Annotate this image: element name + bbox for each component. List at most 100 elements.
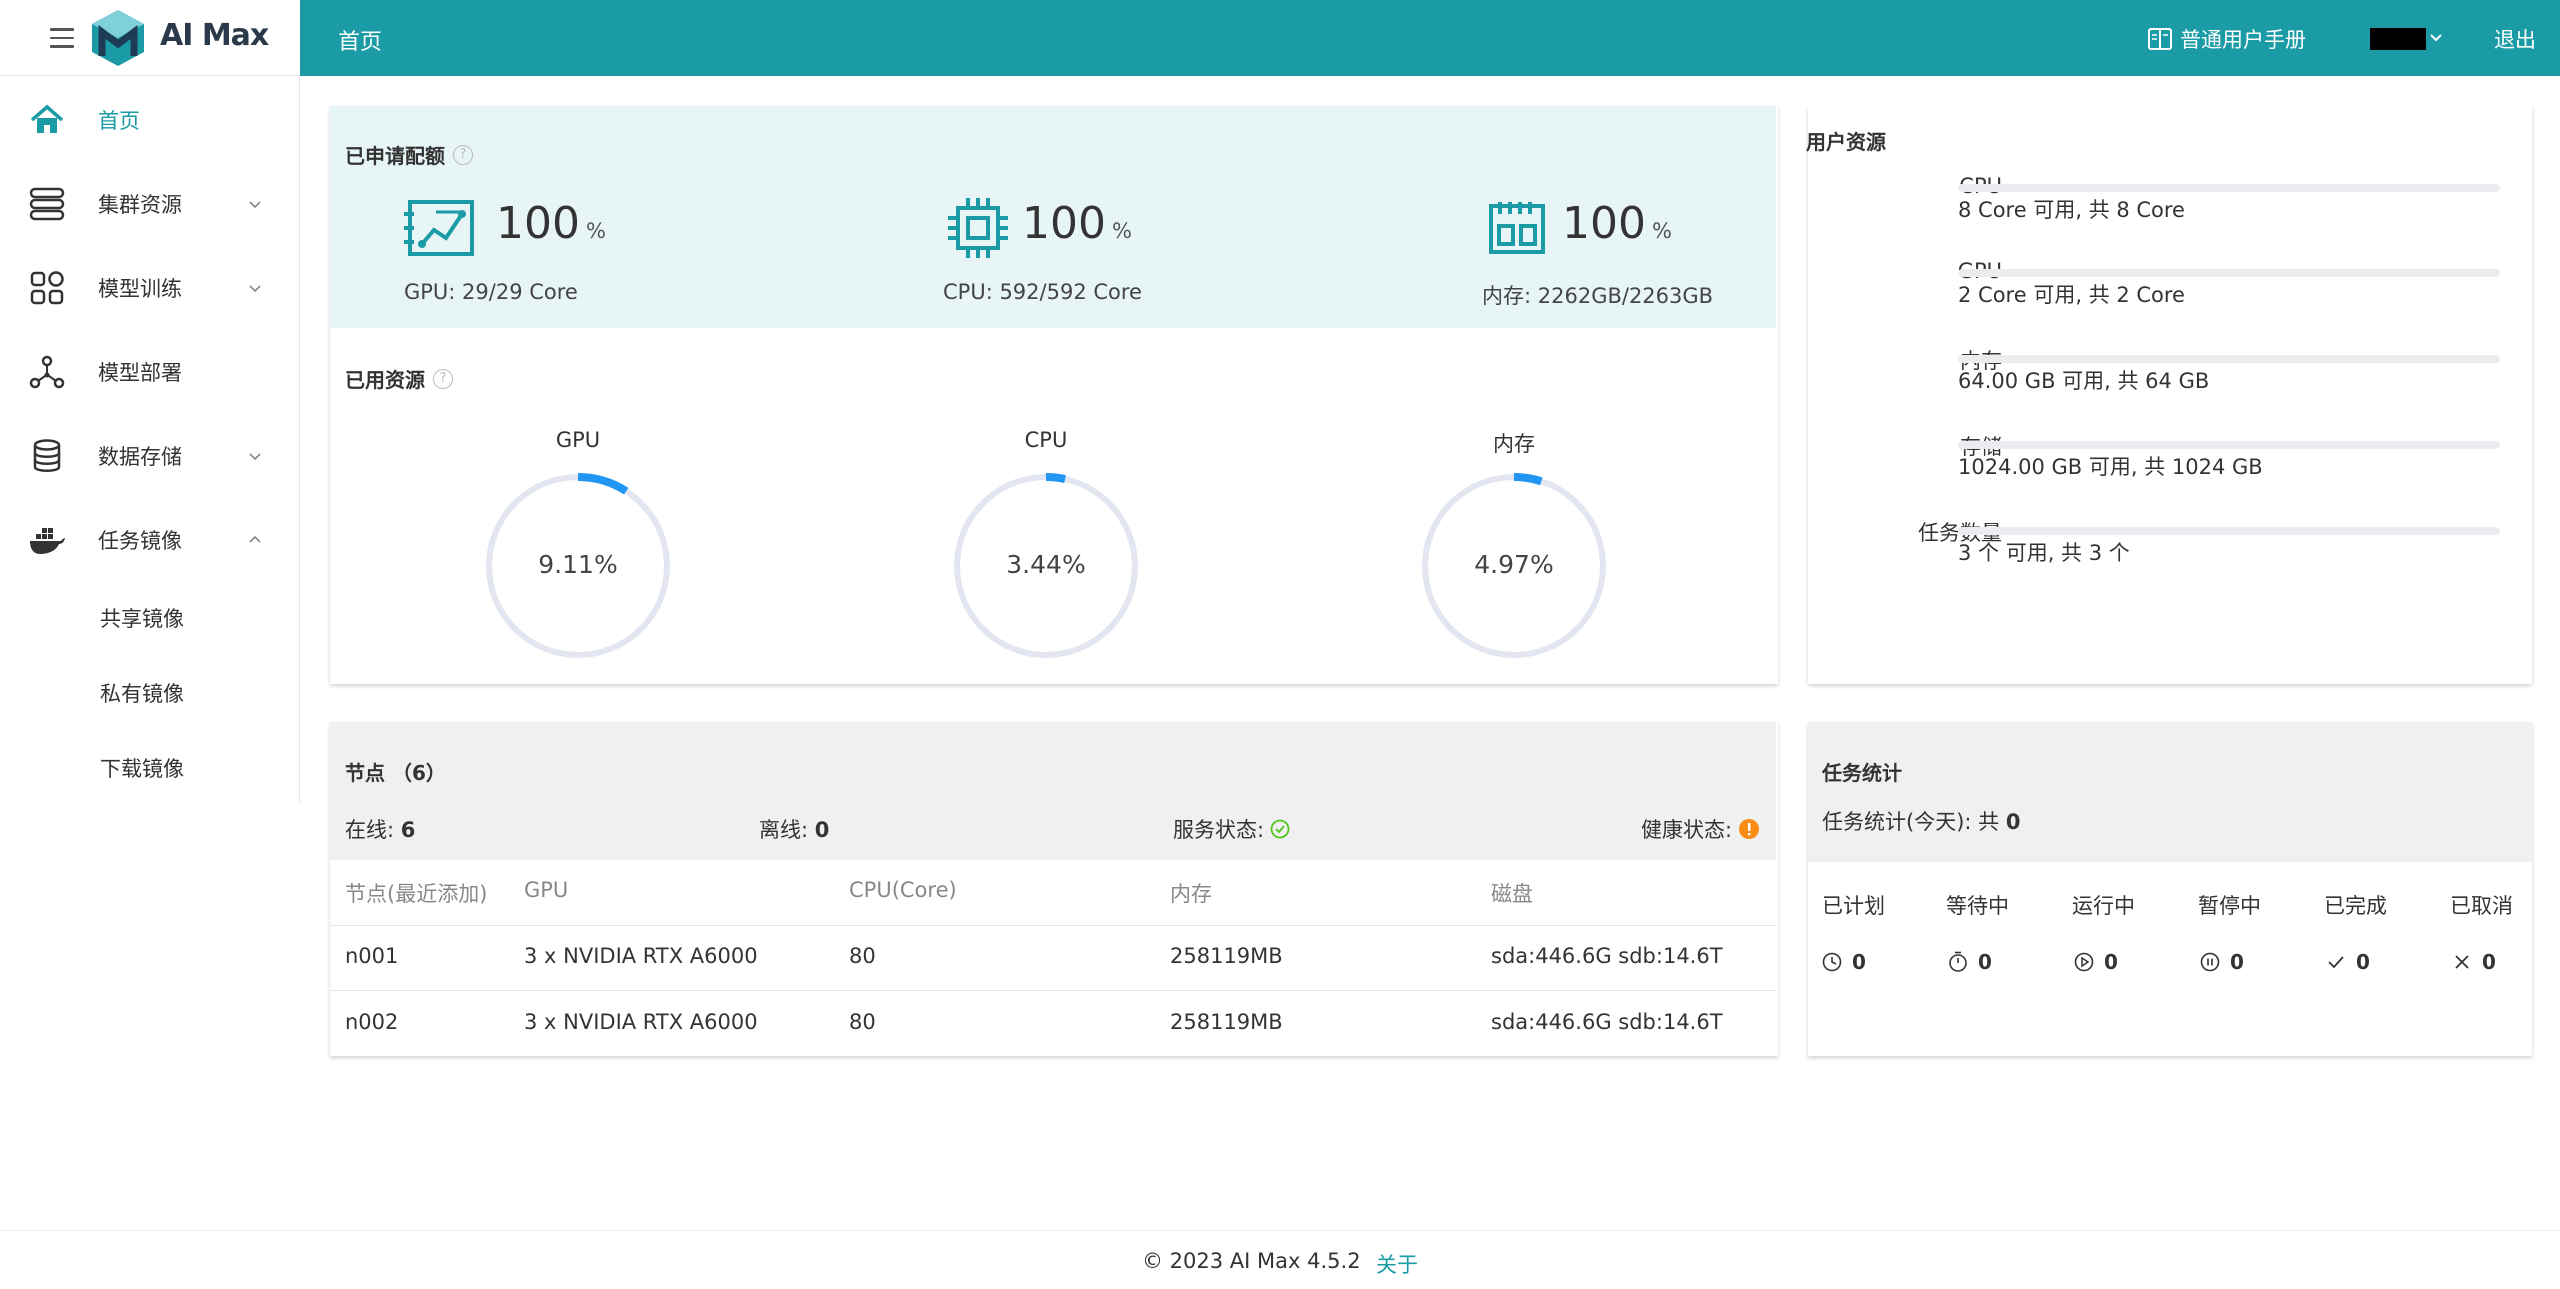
gauge-memory-value: 4.97% — [1474, 550, 1554, 579]
stat-value: 0 — [1852, 950, 1866, 974]
stopwatch-icon — [1949, 951, 1967, 972]
stat-value: 0 — [2230, 950, 2244, 974]
sidebar-subitem-private-images[interactable]: 私有镜像 — [100, 678, 184, 708]
gauge-gpu-value: 9.11% — [538, 550, 618, 579]
quota-unit: % — [1651, 219, 1672, 243]
quota-cpu-value: 100 — [1022, 198, 1106, 249]
res-bar — [1958, 527, 2500, 535]
divider — [330, 925, 1776, 926]
quota-cpu-sub: CPU: 592/592 Core — [943, 280, 1142, 304]
res-text: 64.00 GB 可用, 共 64 GB — [1958, 369, 2210, 393]
service-status: 服务状态: — [1173, 814, 1290, 844]
help-icon[interactable]: ? — [453, 144, 473, 165]
book-icon — [2148, 28, 2172, 50]
sidebar-item-home[interactable]: 首页 — [0, 90, 300, 150]
user-name-redacted[interactable] — [2370, 28, 2426, 50]
user-manual-label: 普通用户手册 — [2180, 28, 2306, 52]
chevron-down-icon[interactable] — [2428, 30, 2444, 46]
used-title: 已用资源 ? — [345, 364, 453, 393]
res-text: 2 Core 可用, 共 2 Core — [1958, 283, 2185, 307]
stat-value: 0 — [2356, 950, 2370, 974]
user-manual-link[interactable]: 普通用户手册 — [2148, 24, 2306, 54]
task-stats-title: 任务统计 — [1822, 761, 1902, 785]
nodes-offline-label: 离线: — [759, 818, 809, 842]
cell-memory: 258119MB — [1170, 944, 1283, 968]
nodes-title: 节点 （6） — [345, 761, 446, 785]
res-row-cpu: CPU 8 Core 可用, 共 8 Core — [1810, 174, 2500, 224]
stat-value: 0 — [2104, 950, 2118, 974]
stat-waiting: 0 — [1948, 950, 1992, 974]
nodes-header — [330, 722, 1776, 860]
res-bar — [1958, 441, 2500, 449]
top-nav-home[interactable]: 首页 — [338, 24, 382, 56]
task-today-label: 任务统计(今天): 共 — [1822, 810, 2000, 834]
cell-cpu: 80 — [849, 944, 876, 968]
sidebar-item-training[interactable]: 模型训练 — [0, 258, 300, 318]
docker-icon — [30, 528, 65, 554]
stat-running: 0 — [2074, 950, 2118, 974]
res-bar — [1958, 355, 2500, 363]
gauge-cpu-label: CPU — [1024, 428, 1068, 452]
res-row-gpu: GPU 2 Core 可用, 共 2 Core — [1810, 259, 2500, 309]
sidebar-item-images[interactable]: 任务镜像 — [0, 510, 300, 570]
grid-icon — [30, 271, 64, 305]
home-icon — [30, 104, 64, 133]
footer-copyright: © 2023 AI Max 4.5.2 — [1142, 1249, 1361, 1273]
quota-memory-sub: 内存: 2262GB/2263GB — [1482, 284, 1714, 308]
brand-name: AI Max — [160, 18, 269, 53]
used-title-text: 已用资源 — [345, 368, 425, 392]
task-today: 任务统计(今天): 共 0 — [1822, 806, 2020, 836]
cell-cpu: 80 — [849, 1010, 876, 1034]
gauge-cpu-value: 3.44% — [1006, 550, 1086, 579]
col-gpu: GPU — [524, 878, 569, 902]
x-icon — [2455, 955, 2469, 969]
quota-title: 已申请配额 ? — [345, 140, 473, 169]
sidebar-item-deploy[interactable]: 模型部署 — [0, 342, 300, 402]
col-node: 节点(最近添加) — [345, 882, 488, 906]
menu-toggle-icon[interactable] — [50, 28, 74, 48]
health-status-label: 健康状态: — [1641, 818, 1733, 842]
cell-gpu: 3 x NVIDIA RTX A6000 — [524, 1010, 758, 1034]
footer-about-link[interactable]: 关于 — [1376, 1249, 1418, 1279]
stat-value: 0 — [2482, 950, 2496, 974]
sidebar-item-cluster[interactable]: 集群资源 — [0, 174, 300, 234]
sidebar-item-storage[interactable]: 数据存储 — [0, 426, 300, 486]
sidebar-subitem-download-images[interactable]: 下载镜像 — [100, 753, 184, 783]
logout-button[interactable]: 退出 — [2494, 24, 2536, 54]
col-memory: 内存 — [1170, 882, 1212, 906]
stat-cancelled: 0 — [2452, 950, 2496, 974]
stat-done-label: 已完成 — [2324, 894, 2387, 918]
quota-unit: % — [585, 219, 606, 243]
quota-title-text: 已申请配额 — [345, 144, 445, 168]
res-row-tasks: 任务数量 3 个 可用, 共 3 个 — [1810, 517, 2500, 567]
res-text: 8 Core 可用, 共 8 Core — [1958, 198, 2185, 222]
warning-icon — [1739, 819, 1760, 839]
cpu-chip-icon — [948, 198, 1008, 258]
chevron-down-icon — [249, 285, 261, 293]
sidebar-item-label: 集群资源 — [98, 193, 182, 217]
sidebar-subitem-shared-images[interactable]: 共享镜像 — [100, 603, 184, 633]
stat-running-label: 运行中 — [2072, 894, 2135, 918]
res-bar — [1958, 184, 2500, 192]
gauge-gpu-label: GPU — [555, 428, 601, 452]
stat-paused-label: 暂停中 — [2198, 894, 2261, 918]
stat-planned-label: 已计划 — [1822, 894, 1885, 918]
sidebar-item-label: 模型训练 — [98, 277, 182, 301]
res-text: 1024.00 GB 可用, 共 1024 GB — [1958, 455, 2263, 479]
play-circle-icon — [2074, 952, 2094, 972]
cell-node: n001 — [345, 944, 399, 968]
sidebar: 首页 集群资源 模型训练 模型部署 数据存储 任务镜像 共享镜像 私有镜像 下载… — [0, 76, 300, 804]
task-today-total: 0 — [2005, 810, 2021, 834]
stat-cancelled-label: 已取消 — [2450, 894, 2513, 918]
top-bar: 首页 普通用户手册 退出 — [0, 0, 2560, 76]
chevron-down-icon — [249, 453, 261, 461]
nodes-online-count: 6 — [400, 818, 416, 842]
nodes-online: 在线: 6 — [345, 814, 415, 844]
sidebar-item-label: 模型部署 — [98, 361, 182, 385]
divider — [330, 990, 1776, 991]
nodes-online-label: 在线: — [345, 818, 395, 842]
res-text: 3 个 可用, 共 3 个 — [1958, 541, 2130, 565]
help-icon[interactable]: ? — [433, 368, 453, 389]
quota-gpu-pct: 100% — [496, 198, 606, 249]
pause-circle-icon — [2200, 952, 2220, 972]
